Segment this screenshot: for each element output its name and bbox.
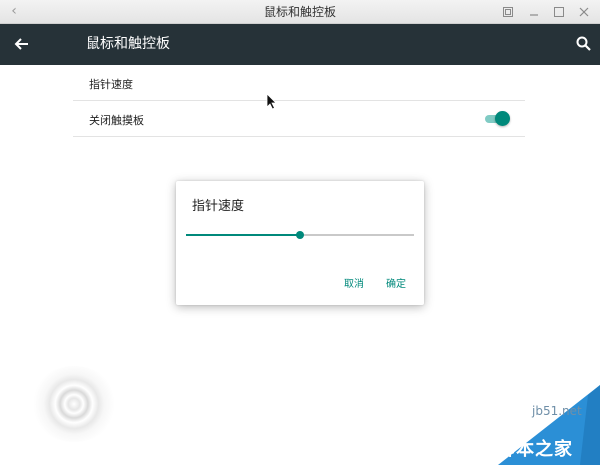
toggle-thumb xyxy=(495,111,510,126)
arrow-back-icon[interactable] xyxy=(12,34,32,54)
page-title: 鼠标和触控板 xyxy=(86,36,170,52)
slider-fill xyxy=(186,234,300,236)
pointer-speed-label: 指针速度 xyxy=(89,78,133,91)
disable-touchpad-setting[interactable]: 关闭触摸板 xyxy=(73,101,525,137)
disable-touchpad-toggle[interactable] xyxy=(485,111,511,127)
minimize-icon[interactable] xyxy=(526,4,542,20)
close-icon[interactable] xyxy=(576,4,592,20)
cancel-button[interactable]: 取消 xyxy=(344,275,364,290)
slider-thumb[interactable] xyxy=(296,231,304,239)
pointer-speed-setting[interactable]: 指针速度 xyxy=(73,65,525,101)
watermark-name: 脚本之家 xyxy=(497,439,573,460)
mouse-cursor-icon xyxy=(266,93,278,110)
pointer-speed-slider[interactable] xyxy=(186,230,414,240)
ok-button[interactable]: 确定 xyxy=(386,275,406,290)
restore-icon[interactable] xyxy=(500,4,516,20)
watermark-url: jb51.net xyxy=(532,404,582,418)
maximize-icon[interactable] xyxy=(551,4,567,20)
pointer-speed-dialog: 指针速度 取消 确定 xyxy=(176,181,424,305)
disable-touchpad-label: 关闭触摸板 xyxy=(89,114,144,127)
app-bar: 鼠标和触控板 xyxy=(0,24,600,65)
window-titlebar: ‹ 鼠标和触控板 xyxy=(0,0,600,24)
floating-orb-icon xyxy=(30,366,118,442)
search-icon[interactable] xyxy=(575,35,593,53)
dialog-title: 指针速度 xyxy=(192,199,245,214)
